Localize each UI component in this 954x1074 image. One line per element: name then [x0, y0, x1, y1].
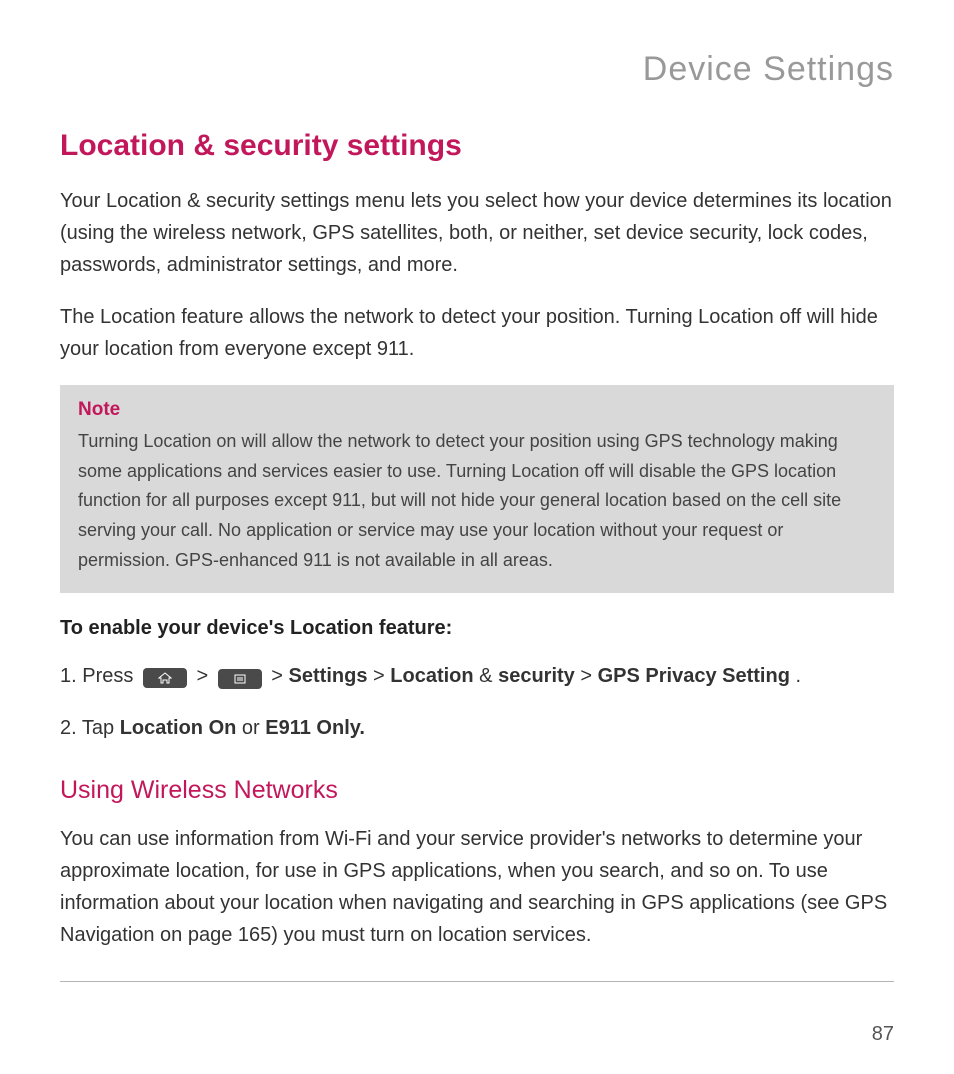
step1-gt1: >: [196, 665, 213, 687]
step1-location: Location: [390, 665, 473, 687]
step2-location-on: Location On: [120, 717, 237, 739]
wireless-paragraph: You can use information from Wi-Fi and y…: [60, 823, 894, 951]
step1-prefix: 1. Press: [60, 665, 139, 687]
enable-heading: To enable your device's Location feature…: [60, 617, 894, 640]
step1-settings: Settings: [289, 665, 368, 687]
note-box: Note Turning Location on will allow the …: [60, 385, 894, 593]
step2-or: or: [242, 717, 265, 739]
note-body: Turning Location on will allow the netwo…: [78, 427, 876, 575]
home-key-icon: [143, 668, 187, 688]
step2-prefix: 2. Tap: [60, 717, 120, 739]
step1-sep2: >: [580, 665, 597, 687]
note-title: Note: [78, 399, 876, 421]
chapter-title: Device Settings: [60, 50, 894, 89]
page-number: 87: [872, 1023, 894, 1046]
menu-key-icon: [218, 669, 262, 689]
footer-rule: [60, 981, 894, 982]
step-1: 1. Press > > Settings > Location & secur…: [60, 660, 894, 692]
subsection-heading: Using Wireless Networks: [60, 776, 894, 805]
intro-paragraph-1: Your Location & security settings menu l…: [60, 185, 894, 281]
step1-gt2: >: [271, 665, 288, 687]
step1-security: security: [498, 665, 575, 687]
intro-paragraph-2: The Location feature allows the network …: [60, 301, 894, 365]
step1-period: .: [795, 665, 801, 687]
step2-e911: E911 Only.: [265, 717, 365, 739]
section-heading: Location & security settings: [60, 129, 894, 163]
step-2: 2. Tap Location On or E911 Only.: [60, 712, 894, 744]
step1-gps: GPS Privacy Setting: [598, 665, 790, 687]
step1-sep1: >: [373, 665, 390, 687]
step1-amp: &: [479, 665, 498, 687]
